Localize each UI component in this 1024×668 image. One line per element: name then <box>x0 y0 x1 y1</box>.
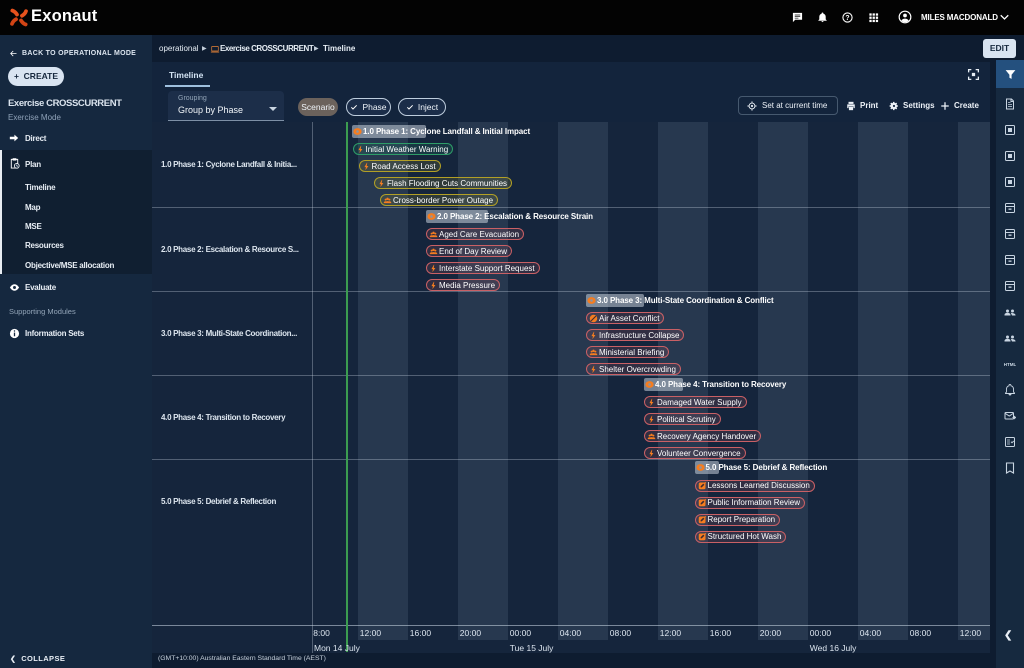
svg-text:HTML: HTML <box>1004 362 1016 367</box>
svg-text:?: ? <box>845 15 849 22</box>
